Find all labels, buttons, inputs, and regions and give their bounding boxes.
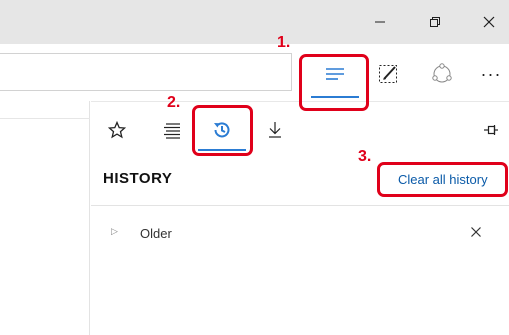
restore-icon [430, 17, 440, 27]
divider [91, 205, 509, 206]
history-group-older[interactable]: ▷ Older [91, 218, 509, 248]
minimize-button[interactable] [357, 0, 403, 44]
close-button[interactable] [466, 0, 509, 44]
minimize-icon [375, 21, 385, 23]
restore-button[interactable] [412, 0, 458, 44]
step-label-2: 2. [167, 94, 181, 111]
step-label-1: 1. [277, 34, 291, 51]
more-button[interactable]: ··· [476, 52, 506, 96]
web-note-button[interactable] [372, 52, 404, 96]
annotation-box-history-tab [192, 105, 253, 156]
history-group-label: Older [140, 226, 172, 241]
tab-favorites[interactable] [103, 112, 131, 148]
share-button[interactable] [426, 52, 458, 96]
pin-button[interactable] [478, 112, 504, 148]
annotation-box-hub [299, 54, 369, 111]
divider [0, 118, 90, 119]
close-icon [471, 227, 481, 237]
page-content [0, 101, 90, 335]
history-heading: HISTORY [103, 170, 173, 187]
download-icon [269, 122, 281, 138]
star-icon [108, 121, 126, 139]
remove-group-button[interactable] [465, 221, 487, 243]
share-icon [432, 63, 452, 83]
address-bar[interactable] [0, 53, 292, 91]
tab-reading-list[interactable] [158, 112, 186, 148]
reading-list-icon [164, 123, 180, 139]
web-note-icon [379, 65, 397, 83]
tab-downloads[interactable] [262, 112, 288, 148]
pin-icon [484, 125, 498, 135]
expand-arrow-icon[interactable]: ▷ [111, 226, 118, 237]
close-icon [483, 16, 495, 28]
step-label-3: 3. [358, 148, 372, 165]
annotation-box-clear-history [377, 162, 508, 197]
